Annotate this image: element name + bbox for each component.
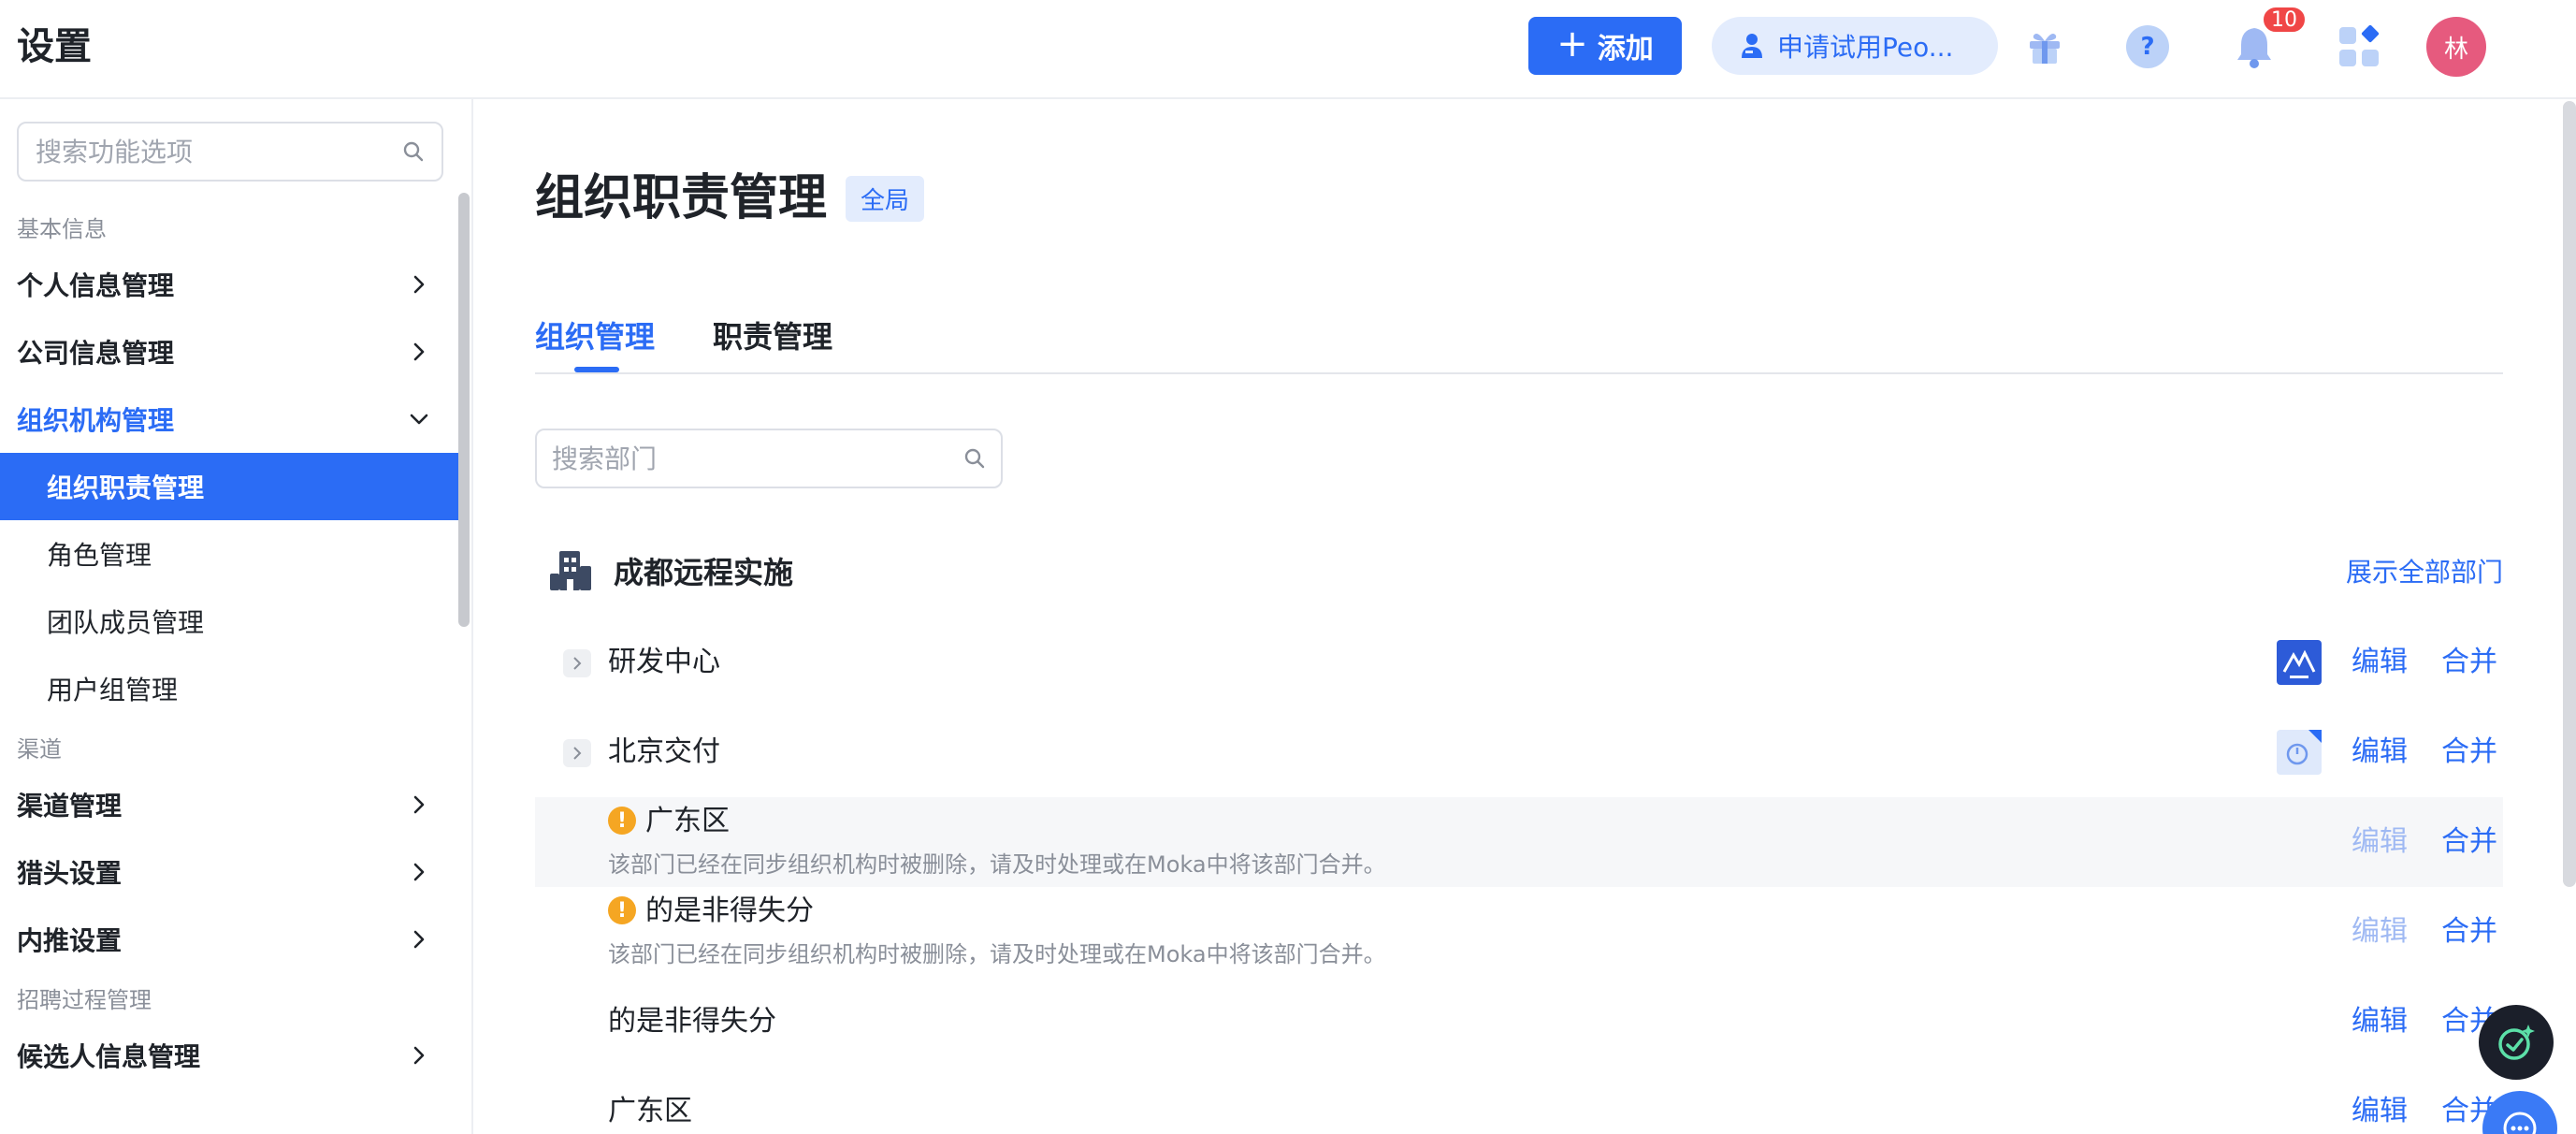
ai-assistant-button[interactable] xyxy=(2479,1005,2554,1080)
top-header: 设置 + 添加 申请试用Peo... ? 10 林 xyxy=(0,0,2576,99)
nav-item-label: 渠道管理 xyxy=(17,791,123,821)
nav-group-basic-info: 基本信息 xyxy=(17,215,107,242)
deleted-warning-message: 该部门已经在同步组织机构时被删除，请及时处理或在Moka中将该部门合并。 xyxy=(608,851,1386,878)
merge-button[interactable]: 合并 xyxy=(2441,734,2497,771)
edit-button[interactable]: 编辑 xyxy=(2352,823,2408,861)
merge-button[interactable]: 合并 xyxy=(2441,644,2497,681)
function-search-input[interactable] xyxy=(36,136,402,167)
settings-sidebar: 基本信息 个人信息管理 公司信息管理 组织机构管理 组织职责管理 角色管理 团队… xyxy=(0,99,473,1134)
department-search-input[interactable] xyxy=(552,443,963,474)
nav-item-org-structure[interactable]: 组织机构管理 xyxy=(0,385,458,453)
department-row-deleted: ! 广东区 该部门已经在同步组织机构时被删除，请及时处理或在Moka中将该部门合… xyxy=(535,797,2503,887)
nav-item-label: 公司信息管理 xyxy=(17,338,175,369)
nav-item-headhunter-settings[interactable]: 猎头设置 xyxy=(0,838,458,906)
chevron-right-icon xyxy=(573,657,582,670)
ai-spark-icon xyxy=(2498,1025,2535,1060)
chevron-right-icon xyxy=(413,795,425,814)
nav-sub-role-management[interactable]: 角色管理 xyxy=(0,520,458,588)
department-name: 的是非得失分 xyxy=(645,894,814,927)
department-name: 广东区 xyxy=(645,805,730,837)
nav-item-candidate-info[interactable]: 候选人信息管理 xyxy=(0,1022,458,1089)
nav-sub-user-groups[interactable]: 用户组管理 xyxy=(0,655,458,722)
apply-trial-label: 申请试用Peo... xyxy=(1777,32,1954,63)
department-row: 广东区 编辑 合并 xyxy=(535,1067,2503,1134)
nav-item-label: 猎头设置 xyxy=(17,858,123,889)
nav-sub-team-members[interactable]: 团队成员管理 xyxy=(0,588,458,655)
deleted-warning-message: 该部门已经在同步组织机构时被删除，请及时处理或在Moka中将该部门合并。 xyxy=(608,941,1386,967)
show-all-departments-link[interactable]: 展示全部部门 xyxy=(2346,552,2503,589)
department-row: 研发中心 编辑 合并 xyxy=(535,618,2503,707)
nav-item-channel-management[interactable]: 渠道管理 xyxy=(0,771,458,838)
chevron-right-icon xyxy=(413,930,425,949)
light-blue-logo-icon xyxy=(2277,730,2322,775)
org-header-row: 成都远程实施 展示全部部门 xyxy=(535,533,2503,608)
scope-badge: 全局 xyxy=(846,175,925,222)
search-icon xyxy=(403,141,424,162)
edit-button[interactable]: 编辑 xyxy=(2352,913,2408,951)
add-button-label: 添加 xyxy=(1597,33,1654,65)
org-name: 成都远程实施 xyxy=(614,555,794,590)
edit-button[interactable]: 编辑 xyxy=(2352,644,2408,681)
main-scrollbar[interactable] xyxy=(2563,101,2576,887)
nav-item-label: 个人信息管理 xyxy=(17,270,175,301)
page-title: 组织职责管理 xyxy=(535,170,828,226)
chevron-right-icon xyxy=(413,275,425,294)
main-content: 组织职责管理 全局 组织管理 职责管理 成都远程实施 展示全部部门 xyxy=(475,99,2576,1134)
merge-button[interactable]: 合并 xyxy=(2441,913,2497,951)
expand-toggle[interactable] xyxy=(563,649,591,677)
chat-bubble-icon xyxy=(2503,1112,2537,1134)
department-name: 的是非得失分 xyxy=(608,1005,776,1038)
user-badge-icon xyxy=(1742,34,1762,58)
search-icon xyxy=(964,448,985,469)
expand-toggle[interactable] xyxy=(563,739,591,767)
nav-item-label: 组织机构管理 xyxy=(17,405,175,436)
sidebar-scrollbar[interactable] xyxy=(458,193,470,627)
nav-sub-org-responsibility[interactable]: 组织职责管理 xyxy=(0,453,458,520)
active-tab-indicator xyxy=(574,367,619,372)
department-row-deleted: ! 的是非得失分 该部门已经在同步组织机构时被删除，请及时处理或在Moka中将该… xyxy=(535,887,2503,977)
edit-button[interactable]: 编辑 xyxy=(2352,1093,2408,1130)
settings-title: 设置 xyxy=(17,25,92,68)
chevron-right-icon xyxy=(413,863,425,881)
edit-button[interactable]: 编辑 xyxy=(2352,734,2408,771)
apply-trial-button[interactable]: 申请试用Peo... xyxy=(1712,17,1998,75)
notification-badge: 10 xyxy=(2262,6,2307,34)
nav-group-recruiting-process: 招聘过程管理 xyxy=(17,986,152,1013)
edit-button[interactable]: 编辑 xyxy=(2352,1003,2408,1040)
tab-org-management[interactable]: 组织管理 xyxy=(535,309,655,365)
settings-nav: 基本信息 个人信息管理 公司信息管理 组织机构管理 组织职责管理 角色管理 团队… xyxy=(0,202,458,1089)
chevron-right-icon xyxy=(413,342,425,361)
user-avatar[interactable]: 林 xyxy=(2426,17,2486,77)
chevron-right-icon xyxy=(413,1046,425,1065)
title-row: 组织职责管理 全局 xyxy=(535,163,925,234)
warning-icon: ! xyxy=(608,896,636,924)
function-search-box[interactable] xyxy=(17,122,443,182)
chevron-right-icon xyxy=(573,747,582,760)
tab-bar: 组织管理 职责管理 xyxy=(535,309,2503,374)
nav-item-personal-info[interactable]: 个人信息管理 xyxy=(0,251,458,318)
department-name: 广东区 xyxy=(608,1095,692,1127)
building-icon xyxy=(550,551,591,590)
department-name: 研发中心 xyxy=(608,646,720,678)
plus-icon: + xyxy=(1556,22,1588,65)
nav-item-label: 内推设置 xyxy=(17,925,123,956)
nav-group-channels: 渠道 xyxy=(17,735,62,763)
department-row: 的是非得失分 编辑 合并 xyxy=(535,977,2503,1067)
blue-mountain-logo-icon xyxy=(2277,640,2322,685)
department-row: 北京交付 编辑 合并 xyxy=(535,707,2503,797)
nav-item-referral-settings[interactable]: 内推设置 xyxy=(0,906,458,973)
chevron-down-icon xyxy=(410,414,428,425)
merge-button[interactable]: 合并 xyxy=(2441,823,2497,861)
nav-item-label: 候选人信息管理 xyxy=(17,1041,201,1072)
gift-icon[interactable] xyxy=(2020,22,2069,71)
nav-item-company-info[interactable]: 公司信息管理 xyxy=(0,318,458,385)
department-name: 北京交付 xyxy=(608,735,720,768)
department-search-box[interactable] xyxy=(535,429,1003,488)
add-button[interactable]: + 添加 xyxy=(1528,17,1682,75)
help-icon[interactable]: ? xyxy=(2123,22,2172,71)
warning-icon: ! xyxy=(608,807,636,835)
tab-responsibility-management[interactable]: 职责管理 xyxy=(713,309,832,365)
apps-grid-icon[interactable] xyxy=(2335,22,2383,71)
